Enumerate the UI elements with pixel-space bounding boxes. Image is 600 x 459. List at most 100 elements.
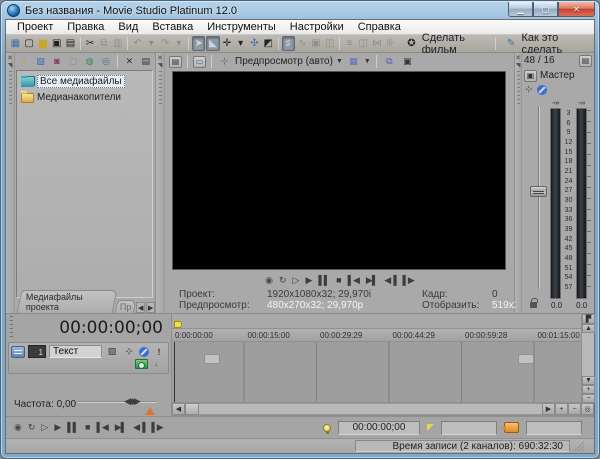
play-button[interactable]: ▶ xyxy=(305,276,311,285)
menu-item[interactable]: Инструменты xyxy=(200,21,283,33)
undo-caret-icon[interactable]: ▾ xyxy=(145,36,158,51)
scroll-down-icon[interactable]: ▼ xyxy=(582,376,595,385)
redo-icon[interactable]: ↷ xyxy=(159,36,172,51)
event-tool-icon[interactable]: ⊪ xyxy=(384,36,397,51)
track-name-field[interactable]: Текст xyxy=(49,345,102,358)
preview-quality-dropdown[interactable]: Предпросмотр (авто) ▼ xyxy=(235,56,343,67)
tree-item-media-bins[interactable]: Медианакопители xyxy=(19,91,150,104)
loop-region-flag-icon[interactable] xyxy=(174,321,182,328)
automation-tool-icon[interactable]: ✣ xyxy=(248,36,261,51)
play-from-start-button[interactable]: ▷ xyxy=(293,276,299,285)
undo-icon[interactable]: ↶ xyxy=(131,36,144,51)
vertical-scrollbar[interactable]: ▛ ▲ ▼ + − xyxy=(581,314,594,403)
video-display[interactable] xyxy=(172,71,506,270)
new-file-icon[interactable]: ▢ xyxy=(23,36,36,51)
zoom-out-time-icon[interactable]: − xyxy=(568,403,581,415)
remove-media-icon[interactable]: ✕ xyxy=(122,54,136,68)
menu-item[interactable]: Вставка xyxy=(145,21,200,33)
copy-icon[interactable]: ⧉ xyxy=(98,36,111,51)
timeline-grip[interactable] xyxy=(6,314,16,341)
menu-item[interactable]: Проект xyxy=(10,21,60,33)
track-motion-icon[interactable] xyxy=(135,359,148,369)
minimize-track-icon[interactable] xyxy=(11,346,25,358)
edit-cursor[interactable] xyxy=(174,342,175,402)
preview-panel-grip[interactable]: ✕◥ xyxy=(156,53,165,313)
menu-item[interactable]: Справка xyxy=(351,21,408,33)
next-frame-button[interactable]: ▌▶ xyxy=(151,423,162,432)
save-snapshot-icon[interactable]: ▣ xyxy=(400,55,415,69)
track-lane[interactable] xyxy=(172,342,594,403)
timecode-display[interactable]: 00:00:00;00 xyxy=(16,318,171,338)
close-button[interactable]: ✕ xyxy=(558,2,595,17)
bypass-motion-blur-icon[interactable]: ▨ xyxy=(105,346,119,357)
copy-snapshot-icon[interactable]: ⧉ xyxy=(382,55,397,69)
tab-next-partial[interactable]: Пр xyxy=(114,300,136,313)
previous-frame-button[interactable]: ◀▐ xyxy=(384,276,395,285)
track-header[interactable]: 1 Текст ▨ ⊹ ! ↓ xyxy=(8,342,169,374)
mixer-panel-grip[interactable]: ✕◥ xyxy=(515,53,522,313)
title-bar[interactable]: Без названия - Movie Studio Platinum 12.… xyxy=(1,1,599,19)
media-properties-icon[interactable]: ▤ xyxy=(139,54,153,68)
resize-grip[interactable] xyxy=(574,441,584,451)
track-fx-icon[interactable]: ⊹ xyxy=(122,346,136,357)
save-icon[interactable]: ▣ xyxy=(50,36,63,51)
group-icon[interactable]: ≡ xyxy=(343,36,356,51)
pause-button[interactable]: ▌▌ xyxy=(67,423,78,432)
go-to-end-button[interactable]: ▶▌ xyxy=(366,276,377,285)
go-to-start-button[interactable]: ▌◀ xyxy=(96,423,107,432)
zoom-in-time-icon[interactable]: + xyxy=(555,403,568,415)
horizontal-scrollbar[interactable]: ◀ ▶ + − ◎ xyxy=(172,403,594,416)
previous-frame-button[interactable]: ◀▐ xyxy=(133,423,144,432)
hscroll-thumb[interactable] xyxy=(185,403,199,415)
lock-envelopes-icon[interactable]: ▣ xyxy=(310,36,323,51)
menu-item[interactable]: Вид xyxy=(111,21,145,33)
cut-icon[interactable]: ✂ xyxy=(84,36,97,51)
record-button[interactable]: ◉ xyxy=(265,276,272,285)
stop-button[interactable]: ■ xyxy=(336,276,340,285)
menu-item[interactable]: Настройки xyxy=(283,21,351,33)
search-media-icon[interactable]: ◎ xyxy=(99,54,113,68)
play-from-start-button[interactable]: ▷ xyxy=(41,423,47,432)
rate-marker-icon[interactable] xyxy=(145,407,155,415)
external-monitor-icon[interactable]: ▭ xyxy=(193,56,206,68)
loop-playback-button[interactable]: ↻ xyxy=(279,276,286,285)
time-ruler[interactable]: 0:00:00:0000:00:15:0000:00:29:2900:00:44… xyxy=(172,329,594,342)
insert-fx-icon[interactable]: ⊹ xyxy=(525,84,533,95)
tree-item-all-media[interactable]: Все медиафайлы xyxy=(19,74,150,89)
mute-icon[interactable] xyxy=(537,85,547,95)
auto-preview-icon[interactable]: ⚡ xyxy=(17,54,31,68)
cursor-time-field[interactable]: 00:00:00;00 xyxy=(338,421,420,435)
zoom-in-track-icon[interactable]: + xyxy=(582,385,595,394)
get-media-web-icon[interactable]: ◍ xyxy=(83,54,97,68)
auto-ripple-icon[interactable]: ∿ xyxy=(296,36,309,51)
minimize-button[interactable]: ▁ xyxy=(508,2,533,17)
scrub-control[interactable]: ◀◆▶ xyxy=(124,396,139,407)
track-mute-icon[interactable] xyxy=(139,347,149,357)
open-icon[interactable]: ▆ xyxy=(37,36,50,51)
make-movie-button[interactable]: ✪ Сделать фильм xyxy=(399,36,492,52)
selection-end-field[interactable] xyxy=(526,421,582,435)
tab-scroll-left[interactable]: ◀ xyxy=(136,302,145,313)
edit-details-icon[interactable]: ▛ xyxy=(582,314,595,324)
ignore-grouping-icon[interactable]: ◫ xyxy=(323,36,336,51)
overlay-grid-dropdown[interactable]: ▦ ▼ xyxy=(346,55,371,69)
media-tree[interactable]: Все медиафайлы Медианакопители xyxy=(16,70,153,298)
menu-item[interactable]: Правка xyxy=(60,21,111,33)
normal-edit-tool-icon[interactable]: ➤ xyxy=(192,36,205,51)
project-properties-icon[interactable]: ▤ xyxy=(169,56,182,68)
selection-start-field[interactable] xyxy=(441,421,497,435)
envelope-tool-icon[interactable]: ◣ xyxy=(206,36,219,51)
next-frame-button[interactable]: ▌▶ xyxy=(403,276,414,285)
media-panel-grip[interactable]: ✕◥ xyxy=(6,53,15,313)
tab-project-media[interactable]: Медиафайлы проекта xyxy=(17,290,118,313)
zoom-out-track-icon[interactable]: − xyxy=(582,394,595,403)
marker-bar[interactable] xyxy=(172,314,594,329)
pause-button[interactable]: ▌▌ xyxy=(318,276,329,285)
capture-video-icon[interactable]: ◙ xyxy=(50,54,64,68)
tool-caret-icon[interactable]: ▾ xyxy=(234,36,247,51)
fader-handle[interactable] xyxy=(530,186,547,197)
trimmer-icon[interactable]: ◩ xyxy=(262,36,275,51)
how-to-button[interactable]: ✎ Как это сделать xyxy=(499,36,591,52)
split-icon[interactable]: ◫ xyxy=(357,36,370,51)
play-button[interactable]: ▶ xyxy=(54,423,60,432)
